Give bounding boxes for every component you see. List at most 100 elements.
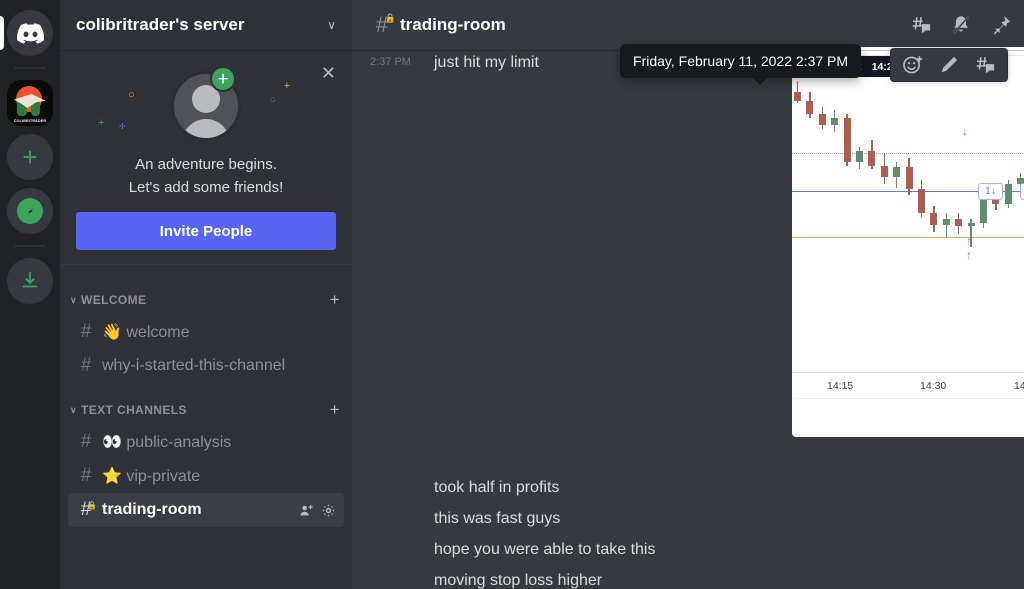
channel-hash-icon: # 🔒 bbox=[375, 12, 396, 37]
invite-member-icon[interactable] bbox=[299, 503, 314, 518]
explore-servers-button[interactable] bbox=[7, 188, 53, 234]
bell-muted-icon[interactable] bbox=[950, 14, 972, 36]
reverse-position-button[interactable]: 1↓ bbox=[978, 182, 1004, 200]
sidebar-divider bbox=[60, 264, 352, 265]
candle-body bbox=[967, 222, 975, 227]
channel-hash-icon: # 🔒 bbox=[80, 499, 97, 520]
create-channel-icon[interactable]: + bbox=[330, 400, 340, 420]
candle-body bbox=[806, 100, 814, 114]
message-text: just hit my limit bbox=[434, 54, 539, 71]
candle-body bbox=[1004, 183, 1012, 205]
sparkle-dots-icon: ✢ bbox=[119, 122, 126, 131]
channel-hash-icon: # bbox=[80, 465, 92, 486]
sparkle-circle-icon: ○ bbox=[128, 89, 135, 101]
add-reaction-icon[interactable] bbox=[902, 54, 924, 76]
channel-label: ⭐ vip-private bbox=[102, 468, 201, 485]
invite-line-1: An adventure begins. bbox=[135, 156, 277, 173]
candle-body bbox=[794, 91, 801, 101]
message-line: moving stop loss higher bbox=[434, 572, 603, 589]
channel-hash-icon: # bbox=[80, 431, 92, 452]
category-label: TEXT CHANNELS bbox=[81, 403, 187, 417]
main-content: # 🔒 trading-room 2:37 PM just hit my lim… bbox=[352, 0, 1024, 589]
message-continuation-list: took half in profits this was fast guys ho… bbox=[370, 472, 1006, 589]
candle-body bbox=[930, 213, 938, 225]
channel-label: 👋 welcome bbox=[102, 324, 190, 341]
chart-canvas[interactable]: ↓↑↑1↓TP350+7 525.00 USD✕350Stop Loss✕ 35… bbox=[792, 77, 1024, 437]
message-hover-actions bbox=[890, 48, 1008, 82]
buy-arrow-marker: ↑ bbox=[966, 234, 972, 248]
download-apps-button[interactable] bbox=[7, 258, 53, 304]
server-name: colibritrader's server bbox=[76, 15, 245, 34]
channel-hash-icon: # bbox=[80, 355, 92, 376]
home-button[interactable] bbox=[7, 10, 53, 56]
candle-body bbox=[893, 167, 901, 177]
message-line: hope you were able to take this bbox=[434, 541, 656, 558]
time-tick: 14:45 bbox=[1014, 380, 1024, 392]
discord-window: COLIBRITRADER + colibritrader's server ∨… bbox=[0, 0, 1024, 589]
page-title: trading-room bbox=[400, 15, 506, 34]
candle-body bbox=[905, 167, 913, 190]
chevron-down-icon[interactable]: ∨ bbox=[327, 18, 336, 32]
candlestick-plot[interactable]: ↓↑↑1↓TP350+7 525.00 USD✕350Stop Loss✕ bbox=[792, 77, 1024, 372]
sidebar-item-why-i-started-this-channel[interactable]: # why-i-started-this-channel bbox=[68, 349, 344, 383]
pin-icon[interactable] bbox=[990, 14, 1012, 36]
reverse-position-label: 1↓ bbox=[985, 185, 997, 198]
server-rail: COLIBRITRADER + bbox=[0, 0, 60, 589]
channel-label: trading-room bbox=[102, 501, 202, 518]
candle-body bbox=[868, 150, 876, 166]
chevron-down-icon: ∨ bbox=[70, 294, 77, 305]
lock-icon: 🔒 bbox=[384, 13, 396, 23]
create-thread-icon[interactable] bbox=[974, 54, 996, 76]
sparkle-ring-icon: ○ bbox=[269, 94, 276, 106]
message-timestamp: 2:37 PM bbox=[370, 56, 411, 68]
add-server-button[interactable]: + bbox=[7, 134, 53, 180]
sparkle-plus-icon: + bbox=[283, 80, 290, 92]
header-actions bbox=[910, 14, 1012, 36]
sidebar-item-public-analysis[interactable]: # 👀 public-analysis bbox=[68, 425, 344, 459]
candle-body bbox=[955, 218, 963, 227]
candle-body bbox=[918, 189, 925, 214]
channel-label: 👀 public-analysis bbox=[102, 434, 232, 451]
category-text-channels[interactable]: ∨ TEXT CHANNELS + bbox=[68, 395, 344, 425]
rail-divider-2 bbox=[14, 245, 46, 247]
chart-level-line bbox=[792, 237, 1024, 239]
threads-icon[interactable] bbox=[910, 14, 932, 36]
time-axis[interactable]: 14:1514:3014:4515:0015:15 bbox=[792, 372, 1024, 398]
channel-hash-icon: # bbox=[80, 321, 92, 342]
sparkle-icon: + bbox=[98, 117, 105, 129]
channel-header: # 🔒 trading-room bbox=[352, 0, 1024, 50]
channel-sidebar: colibritrader's server ∨ ✕ + ○ ✢ + ○ + A… bbox=[60, 0, 352, 589]
time-tick: 14:30 bbox=[920, 380, 947, 392]
sidebar-item-trading-room[interactable]: # 🔒 trading-room bbox=[68, 493, 344, 527]
candle-body bbox=[831, 117, 839, 125]
candle-body bbox=[856, 150, 863, 162]
chart-footer bbox=[792, 398, 1024, 437]
compass-icon bbox=[17, 198, 43, 224]
invite-line-2: Let's add some friends! bbox=[128, 179, 284, 196]
take-profit-button[interactable]: TP bbox=[1020, 182, 1024, 200]
create-channel-icon[interactable]: + bbox=[330, 290, 340, 310]
time-tick: 14:15 bbox=[827, 380, 854, 392]
rail-divider bbox=[14, 67, 46, 69]
trading-chart-embed[interactable]: 22 14:25 14:4515:0015:15 ↓↑↑1↓TP350+7 52… bbox=[792, 47, 1024, 437]
channel-list: ∨ WELCOME + # 👋 welcome # why-i-started-this-c… bbox=[60, 273, 352, 589]
message-line: this was fast guys bbox=[434, 510, 561, 527]
gear-icon[interactable] bbox=[321, 503, 336, 518]
sidebar-item-vip-private[interactable]: # ⭐ vip-private bbox=[68, 459, 344, 493]
sell-arrow-marker: ↓ bbox=[962, 124, 968, 138]
timestamp-tooltip: Friday, February 11, 2022 2:37 PM bbox=[620, 44, 862, 85]
candle-body bbox=[880, 165, 888, 177]
candle-body bbox=[818, 113, 826, 125]
candle-body bbox=[942, 218, 950, 225]
edit-icon[interactable] bbox=[938, 54, 960, 76]
message-line: took half in profits bbox=[434, 479, 560, 496]
invite-people-button[interactable]: Invite People bbox=[76, 212, 336, 250]
server-header[interactable]: colibritrader's server ∨ bbox=[60, 0, 352, 50]
category-label: WELCOME bbox=[81, 293, 147, 307]
guild-colibritrader[interactable]: COLIBRITRADER bbox=[7, 80, 53, 126]
lock-icon: 🔒 bbox=[87, 501, 97, 510]
candle-body bbox=[843, 117, 851, 162]
category-welcome[interactable]: ∨ WELCOME + bbox=[68, 285, 344, 315]
channel-actions bbox=[299, 503, 336, 518]
sidebar-item-welcome[interactable]: # 👋 welcome bbox=[68, 315, 344, 349]
